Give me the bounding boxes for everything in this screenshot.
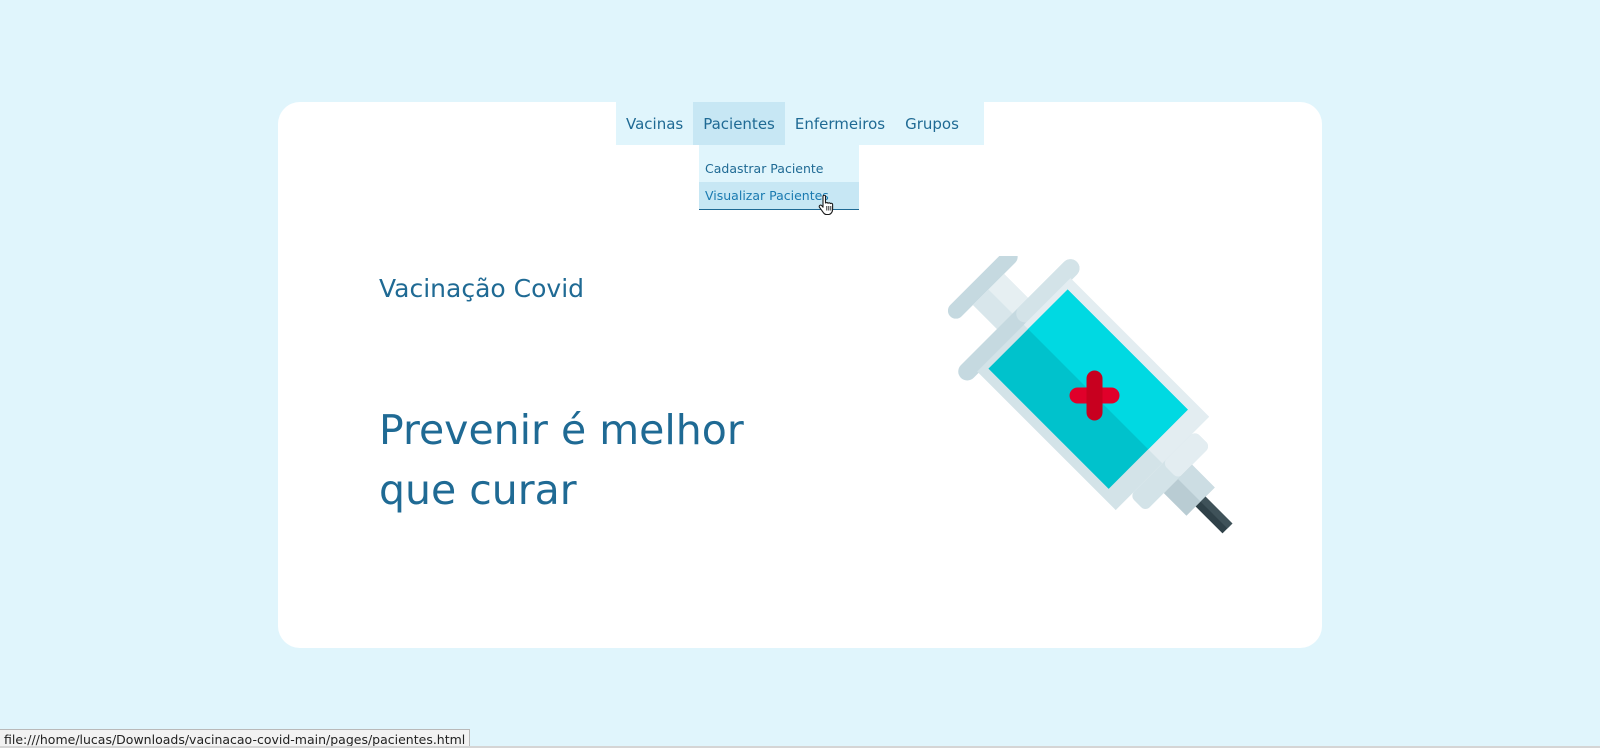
syringe-icon — [948, 256, 1233, 534]
hand-pointer-icon — [818, 195, 834, 216]
hero-subtitle: Vacinação Covid — [379, 274, 585, 303]
hero-headline: Prevenir é melhor que curar — [379, 406, 744, 514]
nav-item-pacientes[interactable]: Pacientes — [693, 102, 785, 145]
menu-item-cadastrar-paciente[interactable]: Cadastrar Paciente — [699, 155, 859, 182]
nav-item-grupos[interactable]: Grupos — [895, 102, 969, 145]
nav-item-vacinas[interactable]: Vacinas — [616, 102, 693, 145]
page: Vacinas Pacientes Enfermeiros Grupos Cad… — [0, 0, 1600, 748]
main-nav: Vacinas Pacientes Enfermeiros Grupos — [616, 102, 984, 145]
nav-item-enfermeiros[interactable]: Enfermeiros — [785, 102, 895, 145]
